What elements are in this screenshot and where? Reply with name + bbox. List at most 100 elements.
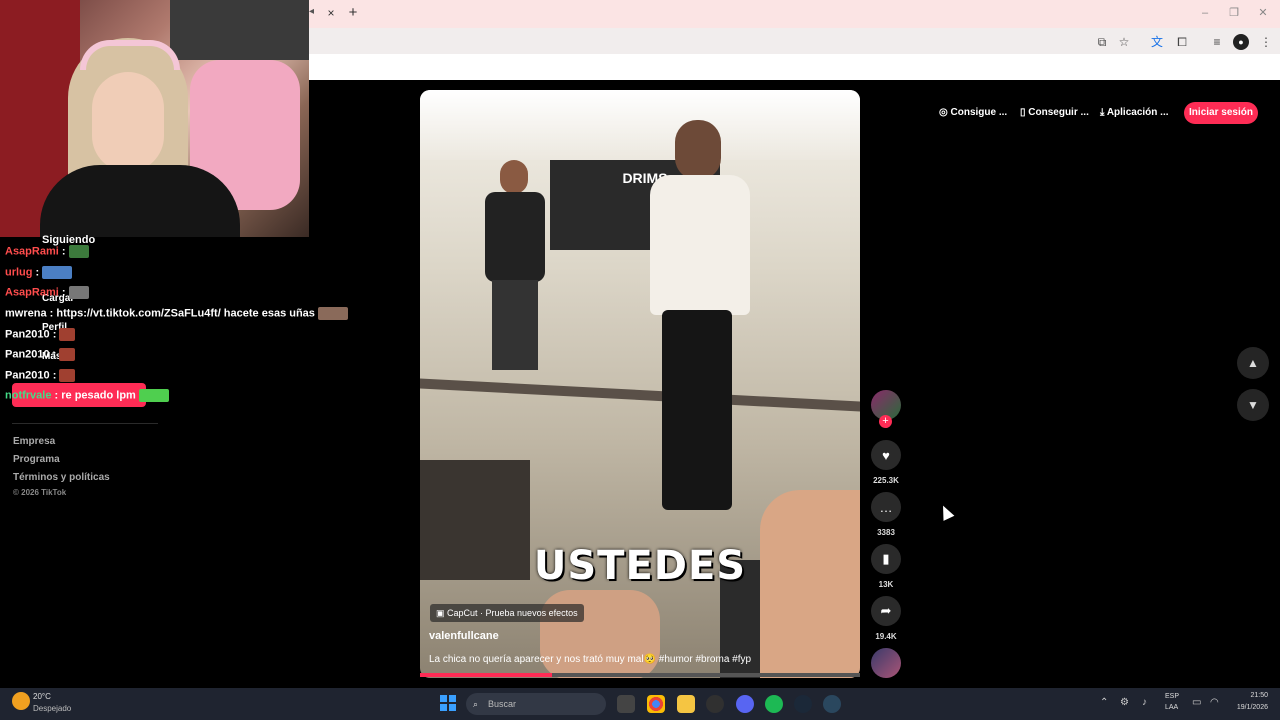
close-window-icon[interactable]: ✕ xyxy=(1256,6,1270,20)
profile-avatar-icon[interactable]: ● xyxy=(1233,34,1249,50)
chevron-down-icon: ▼ xyxy=(1247,398,1259,412)
restore-icon[interactable]: ❐ xyxy=(1227,6,1241,20)
footer-copyright: © 2026 TikTok xyxy=(13,488,67,497)
capcut-icon: ▣ xyxy=(436,608,448,618)
music-disc-avatar[interactable] xyxy=(871,648,901,678)
video-player[interactable]: DRIMS xyxy=(420,90,860,678)
weather-temp: 20°C xyxy=(33,692,51,701)
video-author[interactable]: valenfullcane xyxy=(429,630,499,642)
chat-message: Pan2010 : xyxy=(5,369,76,382)
capcut-badge[interactable]: ▣ CapCut · Prueba nuevos efectos xyxy=(430,604,584,622)
like-button[interactable]: ♥ xyxy=(871,440,901,470)
obs-icon[interactable] xyxy=(706,695,724,713)
chat-message: notfrvale : re pesado lpm xyxy=(5,389,169,402)
minimize-icon[interactable]: – xyxy=(1198,6,1212,20)
capcut-label: CapCut · Prueba nuevos efectos xyxy=(447,608,578,618)
video-description: La chica no quería aparecer y nos trató … xyxy=(429,654,752,665)
topmenu-get-app[interactable]: ▯ Conseguir ... xyxy=(1020,104,1089,122)
chat-message: urlug : xyxy=(5,266,73,279)
chevron-up-icon: ▲ xyxy=(1247,356,1259,370)
share-icon: ➦ xyxy=(880,603,892,618)
reading-list-icon[interactable]: ≡ xyxy=(1209,34,1225,50)
install-app-icon[interactable]: ⧉ xyxy=(1094,34,1110,50)
input-layout: LAA xyxy=(1165,704,1179,711)
chat-message: Pan2010 : xyxy=(5,348,76,361)
chat-username: mwrena xyxy=(5,307,47,320)
discord-icon[interactable] xyxy=(736,695,754,713)
chat-text: : xyxy=(49,369,57,382)
comment-button[interactable]: … xyxy=(871,492,901,522)
chat-text: : https://vt.tiktok.com/ZSaFLu4ft/ hacet… xyxy=(46,307,315,320)
new-tab-button[interactable]: + xyxy=(346,5,360,21)
emote-icon xyxy=(138,389,169,402)
spotify-icon[interactable] xyxy=(765,695,783,713)
input-language[interactable]: ESP xyxy=(1165,693,1179,700)
video-caption-overlay: USTEDES xyxy=(533,543,747,589)
windows-taskbar xyxy=(0,688,1280,720)
weather-desc: Despejado xyxy=(33,704,72,713)
video-progress-fill xyxy=(420,673,552,677)
comment-icon: … xyxy=(879,499,893,515)
save-button[interactable]: ▮ xyxy=(871,544,901,574)
emote-icon xyxy=(68,245,89,258)
like-count: 225.3K xyxy=(873,476,899,485)
emote-icon xyxy=(59,348,76,361)
footer-link-program[interactable]: Programa xyxy=(13,454,60,465)
previous-video-button[interactable]: ▲ xyxy=(1237,347,1269,379)
emote-icon xyxy=(59,328,76,341)
chat-text: : xyxy=(32,266,40,279)
clock-date[interactable]: 19/1/2026 xyxy=(1228,704,1268,711)
tray-display-icon[interactable]: ▭ xyxy=(1192,697,1201,708)
chat-username: notfrvale xyxy=(5,389,52,402)
tray-network-icon[interactable]: ⚙ xyxy=(1120,697,1129,708)
next-video-button[interactable]: ▼ xyxy=(1237,389,1269,421)
emote-icon xyxy=(59,369,76,382)
chat-message: mwrena : https://vt.tiktok.com/ZSaFLu4ft… xyxy=(5,307,348,320)
sidebar-divider xyxy=(12,423,158,424)
footer-link-company[interactable]: Empresa xyxy=(13,436,55,447)
weather-icon[interactable] xyxy=(12,692,30,710)
taskbar-search[interactable]: ⌕ Buscar xyxy=(466,693,606,715)
topmenu-coins[interactable]: ◎ Consigue ... xyxy=(939,104,1007,122)
emote-icon xyxy=(68,286,89,299)
emote-icon xyxy=(317,307,348,320)
coin-icon: ◎ xyxy=(939,107,951,118)
translate-icon[interactable]: 文 xyxy=(1149,34,1165,50)
heart-icon: ♥ xyxy=(882,447,890,463)
follow-plus-icon[interactable]: + xyxy=(879,415,892,428)
steam-app-icon[interactable] xyxy=(823,695,841,713)
mouse-cursor-icon xyxy=(937,503,955,521)
tray-wifi-icon[interactable]: ◠ xyxy=(1210,697,1219,708)
footer-link-terms[interactable]: Términos y políticas xyxy=(13,472,110,483)
chat-text: : xyxy=(58,286,66,299)
extensions-icon[interactable]: ⧠ xyxy=(1174,34,1190,50)
topmenu-desktop-app-label: Aplicación ... xyxy=(1106,107,1169,118)
chat-username: Pan2010 xyxy=(5,328,50,341)
comment-count: 3383 xyxy=(877,528,895,537)
windows-start-icon[interactable] xyxy=(440,695,456,711)
chat-message: Pan2010 : xyxy=(5,328,76,341)
topmenu-coins-label: Consigue ... xyxy=(950,107,1008,118)
chrome-icon[interactable] xyxy=(647,695,665,713)
share-button[interactable]: ➦ xyxy=(871,596,901,626)
bookmark-star-icon[interactable]: ☆ xyxy=(1116,34,1132,50)
clock-time[interactable]: 21:50 xyxy=(1248,692,1268,699)
chat-username: AsapRami xyxy=(5,286,59,299)
task-view-icon[interactable] xyxy=(617,695,635,713)
tray-mic-icon[interactable]: ♪ xyxy=(1142,697,1147,708)
topmenu-get-app-label: Conseguir ... xyxy=(1028,107,1089,118)
tab-scroll-icon[interactable]: ◂ xyxy=(309,6,319,20)
file-explorer-icon[interactable] xyxy=(677,695,695,713)
tab-close-button[interactable]: × xyxy=(324,6,338,20)
browser-tab-bar xyxy=(309,0,1280,28)
video-progress-bar[interactable] xyxy=(420,673,860,677)
login-button[interactable]: Iniciar sesión xyxy=(1184,102,1258,124)
topmenu-desktop-app[interactable]: ⤓ Aplicación ... xyxy=(1100,104,1169,122)
webcam-overlay xyxy=(0,0,309,237)
emote-icon xyxy=(42,266,73,279)
steam-icon[interactable] xyxy=(794,695,812,713)
browser-toolbar xyxy=(309,28,1280,54)
tray-chevron-up-icon[interactable]: ⌃ xyxy=(1100,697,1108,708)
share-count: 19.4K xyxy=(875,632,897,641)
browser-menu-icon[interactable]: ⋮ xyxy=(1258,34,1274,50)
